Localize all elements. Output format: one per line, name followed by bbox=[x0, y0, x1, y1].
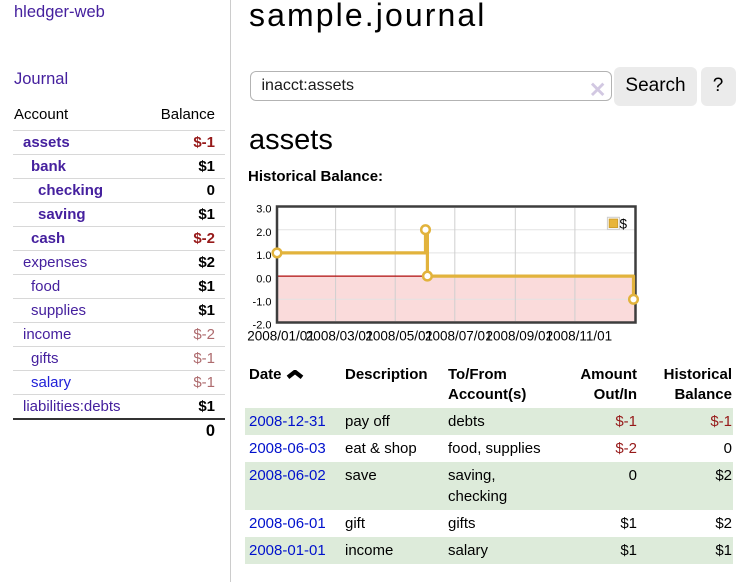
svg-text:2008/09/01: 2008/09/01 bbox=[486, 329, 554, 344]
svg-text:2008/05/01: 2008/05/01 bbox=[365, 329, 433, 344]
svg-text:2008/11/01: 2008/11/01 bbox=[546, 329, 613, 344]
svg-text:2008/01/01: 2008/01/01 bbox=[247, 329, 315, 344]
svg-text:1.0: 1.0 bbox=[256, 250, 271, 262]
svg-text:$: $ bbox=[620, 217, 628, 232]
svg-text:3.0: 3.0 bbox=[256, 204, 271, 216]
svg-text:2008/07/01: 2008/07/01 bbox=[425, 329, 493, 344]
svg-text:2008/03/01: 2008/03/01 bbox=[306, 329, 374, 344]
svg-text:0.0: 0.0 bbox=[256, 273, 271, 285]
svg-text:-1.0: -1.0 bbox=[253, 297, 272, 309]
svg-text:2.0: 2.0 bbox=[256, 227, 271, 239]
